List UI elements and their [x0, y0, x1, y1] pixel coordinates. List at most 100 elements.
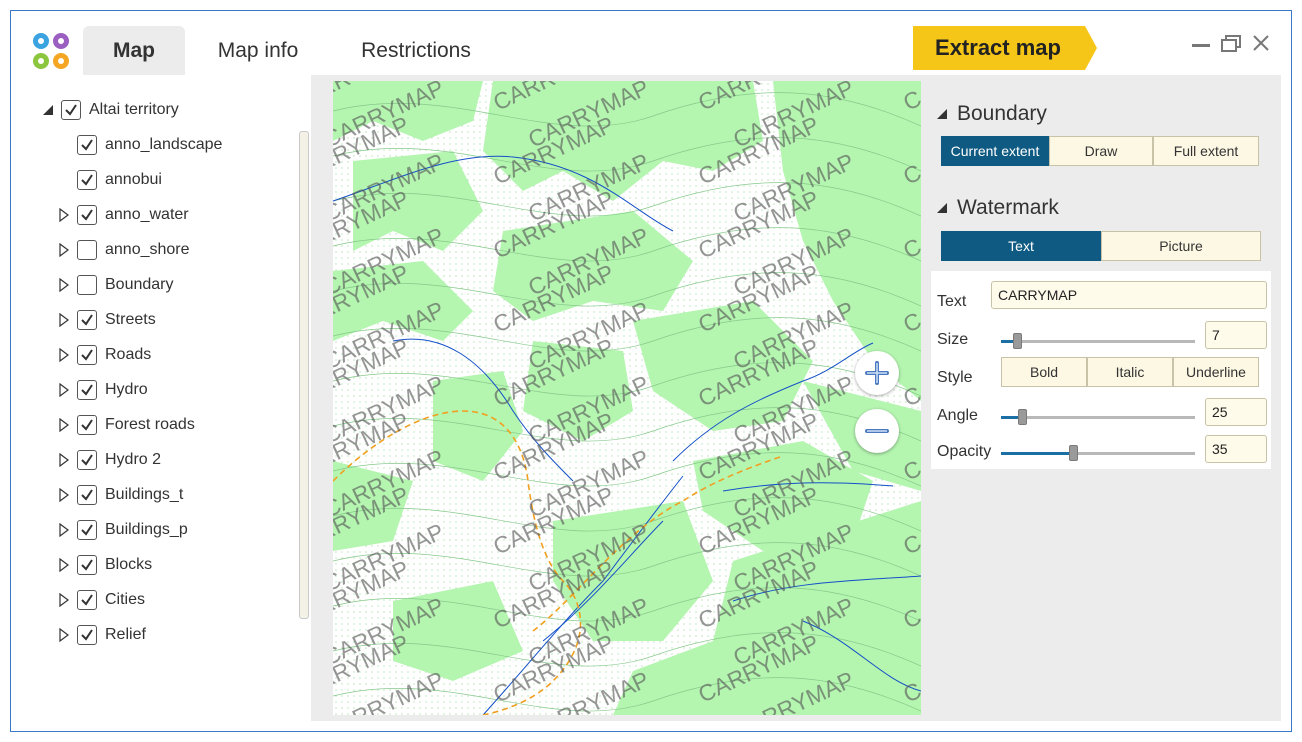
- size-slider[interactable]: [1001, 331, 1195, 351]
- layer-checkbox[interactable]: [77, 485, 97, 505]
- collapsed-triangle-icon[interactable]: [57, 278, 71, 292]
- watermark-text-input[interactable]: CARRYMAP: [991, 281, 1267, 309]
- minimize-icon[interactable]: [1189, 33, 1215, 55]
- angle-input[interactable]: 25: [1205, 398, 1267, 426]
- tab-restrictions[interactable]: Restrictions: [351, 26, 481, 76]
- layer-item[interactable]: Relief: [57, 620, 146, 650]
- collapsed-triangle-icon[interactable]: [57, 243, 71, 257]
- opacity-label: Opacity: [937, 443, 992, 460]
- layer-label: Relief: [105, 626, 146, 643]
- layer-checkbox[interactable]: [77, 415, 97, 435]
- draw-button[interactable]: Draw: [1049, 136, 1153, 166]
- layer-label: anno_shore: [105, 241, 190, 258]
- text-mode-button[interactable]: Text: [941, 231, 1101, 261]
- layer-checkbox[interactable]: [77, 310, 97, 330]
- map-view[interactable]: CARRYMAP CARRYMAP CARRYMAP CARRYMAP CARRYMAP…: [333, 81, 921, 715]
- expanded-triangle-icon[interactable]: [41, 103, 55, 117]
- collapsed-triangle-icon[interactable]: [57, 488, 71, 502]
- layer-label: Buildings_p: [105, 521, 188, 538]
- layer-label: Streets: [105, 311, 156, 328]
- layer-item[interactable]: anno_shore: [57, 235, 190, 265]
- collapsed-triangle-icon[interactable]: [57, 208, 71, 222]
- tab-map-info[interactable]: Map info: [201, 26, 315, 76]
- layer-item[interactable]: Buildings_p: [57, 515, 188, 545]
- collapsed-triangle-icon[interactable]: [57, 348, 71, 362]
- check-icon: [81, 314, 93, 326]
- layer-checkbox[interactable]: [77, 555, 97, 575]
- layer-checkbox[interactable]: [77, 450, 97, 470]
- angle-slider[interactable]: [1001, 407, 1195, 427]
- collapsed-triangle-icon[interactable]: [57, 453, 71, 467]
- collapsed-triangle-icon[interactable]: [57, 558, 71, 572]
- size-input[interactable]: 7: [1205, 321, 1267, 349]
- layer-item[interactable]: Altai territory: [41, 95, 179, 125]
- layer-item[interactable]: anno_landscape: [57, 130, 222, 160]
- check-icon: [81, 139, 93, 151]
- layer-checkbox[interactable]: [77, 345, 97, 365]
- check-icon: [81, 174, 93, 186]
- layer-item[interactable]: Hydro 2: [57, 445, 161, 475]
- bold-button[interactable]: Bold: [1001, 357, 1087, 387]
- zoom-out-button[interactable]: [855, 409, 899, 453]
- italic-button[interactable]: Italic: [1087, 357, 1173, 387]
- full-extent-button[interactable]: Full extent: [1153, 136, 1259, 166]
- layer-label: Hydro 2: [105, 451, 162, 468]
- layer-checkbox[interactable]: [77, 520, 97, 540]
- extract-map-label: Extract map: [935, 35, 1061, 60]
- check-icon: [81, 349, 93, 361]
- collapsed-triangle-icon[interactable]: [57, 383, 71, 397]
- close-icon[interactable]: [1249, 33, 1275, 55]
- layer-item[interactable]: Boundary: [57, 270, 174, 300]
- layer-item[interactable]: Blocks: [57, 550, 152, 580]
- size-label: Size: [937, 331, 969, 348]
- collapsed-triangle-icon[interactable]: [57, 593, 71, 607]
- boundary-title: Boundary: [957, 102, 1047, 125]
- extract-map-button[interactable]: Extract map: [913, 26, 1099, 70]
- boundary-section-header[interactable]: Boundary: [935, 99, 1047, 129]
- collapse-triangle-icon: [937, 203, 947, 213]
- layer-checkbox[interactable]: [61, 100, 81, 120]
- layer-checkbox[interactable]: [77, 590, 97, 610]
- layer-checkbox[interactable]: [77, 380, 97, 400]
- collapsed-triangle-icon[interactable]: [57, 523, 71, 537]
- opacity-input[interactable]: 35: [1205, 435, 1267, 463]
- opacity-slider[interactable]: [1001, 443, 1195, 463]
- layer-checkbox[interactable]: [77, 625, 97, 645]
- layer-item[interactable]: annobui: [57, 165, 162, 195]
- layer-tree: Altai territory anno_landscapeannobui anno…: [21, 75, 311, 721]
- layer-item[interactable]: Roads: [57, 340, 151, 370]
- layer-item[interactable]: Buildings_t: [57, 480, 183, 510]
- layer-checkbox[interactable]: [77, 135, 97, 155]
- current-extent-button[interactable]: Current extent: [941, 136, 1049, 166]
- check-icon: [81, 594, 93, 606]
- layer-item[interactable]: Forest roads: [57, 410, 195, 440]
- zoom-in-button[interactable]: [855, 351, 899, 395]
- watermark-mode: Text Picture: [941, 231, 1261, 261]
- layer-item[interactable]: Streets: [57, 305, 156, 335]
- layer-label: Roads: [105, 346, 152, 363]
- tab-map[interactable]: Map: [83, 26, 185, 76]
- text-label: Text: [937, 293, 967, 310]
- watermark-section-header[interactable]: Watermark: [935, 193, 1059, 223]
- picture-mode-button[interactable]: Picture: [1101, 231, 1261, 261]
- layer-item[interactable]: Cities: [57, 585, 145, 615]
- content-panel: Altai territory anno_landscapeannobui anno…: [21, 75, 1281, 721]
- watermark-title: Watermark: [957, 196, 1059, 219]
- collapsed-triangle-icon[interactable]: [57, 313, 71, 327]
- layer-checkbox[interactable]: [77, 275, 97, 295]
- collapsed-triangle-icon[interactable]: [57, 418, 71, 432]
- layer-checkbox[interactable]: [77, 205, 97, 225]
- layer-tree-scrollbar[interactable]: [299, 131, 309, 619]
- style-label: Style: [937, 369, 973, 386]
- check-icon: [81, 419, 93, 431]
- layer-item[interactable]: anno_water: [57, 200, 189, 230]
- underline-button[interactable]: Underline: [1173, 357, 1259, 387]
- collapsed-triangle-icon[interactable]: [57, 628, 71, 642]
- layer-checkbox[interactable]: [77, 170, 97, 190]
- restore-icon[interactable]: [1219, 33, 1245, 55]
- app-window: Map Map info Restrictions Extract map Al…: [10, 10, 1292, 732]
- layer-item[interactable]: Hydro: [57, 375, 148, 405]
- layer-checkbox[interactable]: [77, 240, 97, 260]
- layer-label: Boundary: [105, 276, 174, 293]
